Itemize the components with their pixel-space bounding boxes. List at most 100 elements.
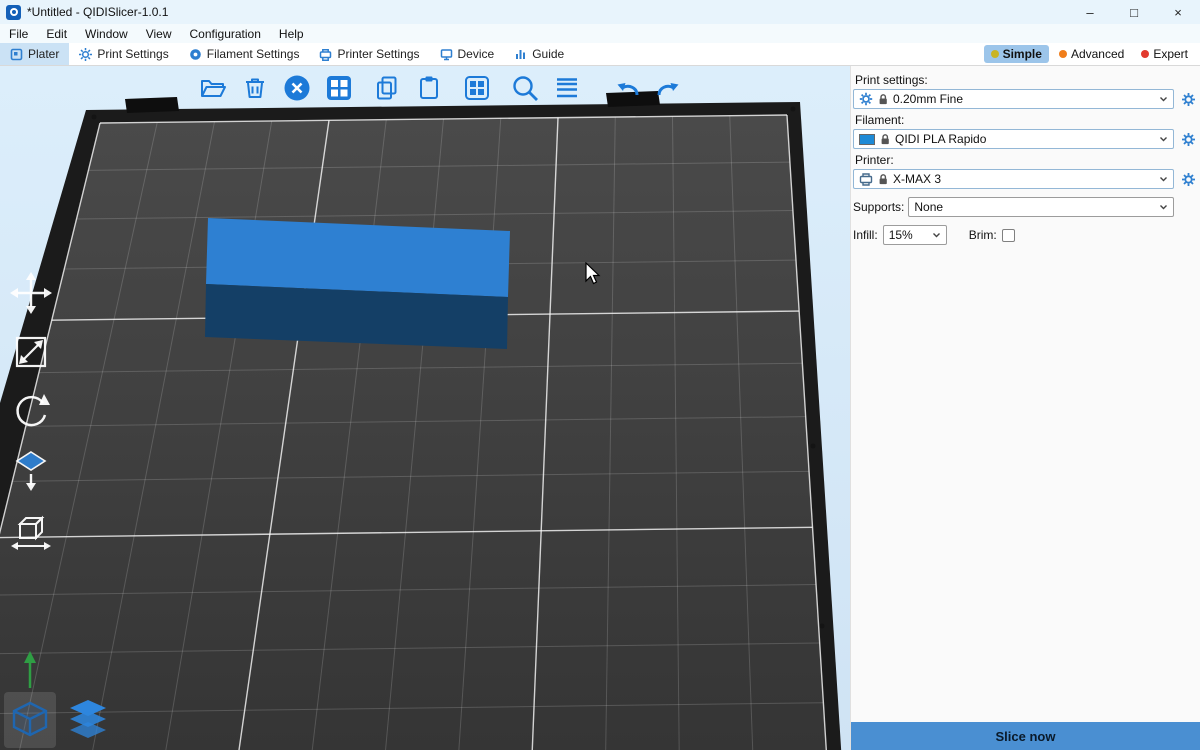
editor-view-button[interactable] (4, 692, 56, 748)
monitor-icon (440, 48, 453, 61)
lock-icon (878, 93, 888, 105)
menu-view[interactable]: View (137, 27, 181, 41)
tab-print-settings[interactable]: Print Settings (69, 43, 178, 65)
infill-label: Infill: (853, 228, 878, 242)
mode-expert[interactable]: Expert (1134, 45, 1195, 63)
infill-dropdown[interactable]: 15% (883, 225, 947, 245)
delete-all-button[interactable] (280, 71, 314, 105)
window-title: *Untitled - QIDISlicer-1.0.1 (27, 5, 168, 19)
split-grid-icon (463, 74, 491, 102)
tab-guide[interactable]: Guide (504, 43, 574, 65)
chevron-down-icon (1159, 96, 1168, 102)
filament-color-swatch (859, 134, 875, 145)
rotate-tool-button[interactable] (8, 388, 54, 434)
layer-lines-icon (553, 74, 581, 102)
model-object[interactable] (205, 218, 510, 349)
main-content: Print settings: 0.20mm Fine Filament: QI… (0, 66, 1200, 750)
bed-surface (0, 115, 831, 750)
search-icon (510, 73, 540, 103)
slice-now-button[interactable]: Slice now (851, 722, 1200, 750)
menu-help[interactable]: Help (270, 27, 313, 41)
assembly-tool-button[interactable] (8, 506, 54, 552)
variable-layer-height-button[interactable] (550, 71, 584, 105)
copy-icon (373, 74, 401, 102)
gear-icon (1181, 92, 1196, 107)
gear-icon (1181, 132, 1196, 147)
menu-configuration[interactable]: Configuration (181, 27, 270, 41)
simple-mode-dot-icon (991, 50, 999, 58)
delete-button[interactable] (238, 71, 272, 105)
minimize-button[interactable]: – (1068, 0, 1112, 24)
filament-label: Filament: (855, 113, 1196, 127)
sliced-layers-icon (67, 698, 109, 742)
bed-screw-icon (92, 115, 97, 120)
flatten-diamond-icon (8, 447, 54, 493)
open-project-button[interactable] (196, 71, 230, 105)
mouse-cursor-icon (585, 262, 603, 286)
filament-value: QIDI PLA Rapido (895, 132, 986, 146)
edit-filament-button[interactable] (1178, 129, 1198, 149)
brim-label: Brim: (969, 228, 997, 242)
cube-arrows-icon (8, 506, 54, 552)
menu-file[interactable]: File (0, 27, 37, 41)
copy-button[interactable] (370, 71, 404, 105)
advanced-mode-dot-icon (1059, 50, 1067, 58)
printer-value: X-MAX 3 (893, 172, 941, 186)
menu-edit[interactable]: Edit (37, 27, 76, 41)
scale-icon (8, 329, 54, 375)
mode-simple[interactable]: Simple (984, 45, 1049, 63)
search-button[interactable] (508, 71, 542, 105)
plate-icon (10, 48, 23, 61)
trash-icon (241, 74, 269, 102)
settings-sidebar: Print settings: 0.20mm Fine Filament: QI… (850, 66, 1200, 750)
lock-icon (878, 173, 888, 185)
undo-arrow-icon (613, 74, 641, 102)
filament-dropdown[interactable]: QIDI PLA Rapido (853, 129, 1174, 149)
place-on-face-tool-button[interactable] (8, 447, 54, 493)
print-settings-dropdown[interactable]: 0.20mm Fine (853, 89, 1174, 109)
printer-dropdown[interactable]: X-MAX 3 (853, 169, 1174, 189)
brim-checkbox[interactable] (1002, 229, 1015, 242)
mode-switcher: Simple Advanced Expert (984, 43, 1200, 65)
edit-print-settings-button[interactable] (1178, 89, 1198, 109)
object-tools (8, 270, 54, 552)
undo-button[interactable] (610, 71, 644, 105)
chevron-down-icon (1159, 176, 1168, 182)
chevron-down-icon (932, 232, 941, 238)
menubar: File Edit Window View Configuration Help (0, 24, 1200, 43)
arrange-button[interactable] (322, 71, 356, 105)
gear-icon (1181, 172, 1196, 187)
maximize-button[interactable]: □ (1112, 0, 1156, 24)
expert-mode-dot-icon (1141, 50, 1149, 58)
redo-button[interactable] (652, 71, 686, 105)
supports-dropdown[interactable]: None (908, 197, 1174, 217)
edit-printer-button[interactable] (1178, 169, 1198, 189)
paste-button[interactable] (412, 71, 446, 105)
tab-plater[interactable]: Plater (0, 43, 69, 65)
supports-label: Supports: (853, 200, 904, 214)
cube-3d-icon (11, 700, 49, 740)
printer-label: Printer: (855, 153, 1196, 167)
split-objects-button[interactable] (460, 71, 494, 105)
viewport-3d[interactable] (0, 66, 850, 750)
infill-value: 15% (889, 228, 913, 242)
move-tool-button[interactable] (8, 270, 54, 316)
filament-spool-icon (189, 48, 202, 61)
mode-advanced[interactable]: Advanced (1052, 45, 1131, 63)
close-button[interactable]: × (1156, 0, 1200, 24)
bed-screw-icon (820, 624, 825, 629)
chevron-down-icon (1159, 204, 1168, 210)
preview-view-button[interactable] (62, 692, 114, 748)
gear-icon (79, 48, 92, 61)
menu-window[interactable]: Window (76, 27, 137, 41)
tabbar: Plater Print Settings Filament Settings … (0, 43, 1200, 66)
tab-filament-settings[interactable]: Filament Settings (179, 43, 310, 65)
print-bed[interactable] (0, 66, 850, 750)
gear-icon (859, 92, 873, 106)
tab-device[interactable]: Device (430, 43, 505, 65)
bars-icon (514, 48, 527, 61)
circle-x-icon (283, 74, 311, 102)
scale-tool-button[interactable] (8, 329, 54, 375)
supports-value: None (914, 200, 943, 214)
tab-printer-settings[interactable]: Printer Settings (309, 43, 429, 65)
